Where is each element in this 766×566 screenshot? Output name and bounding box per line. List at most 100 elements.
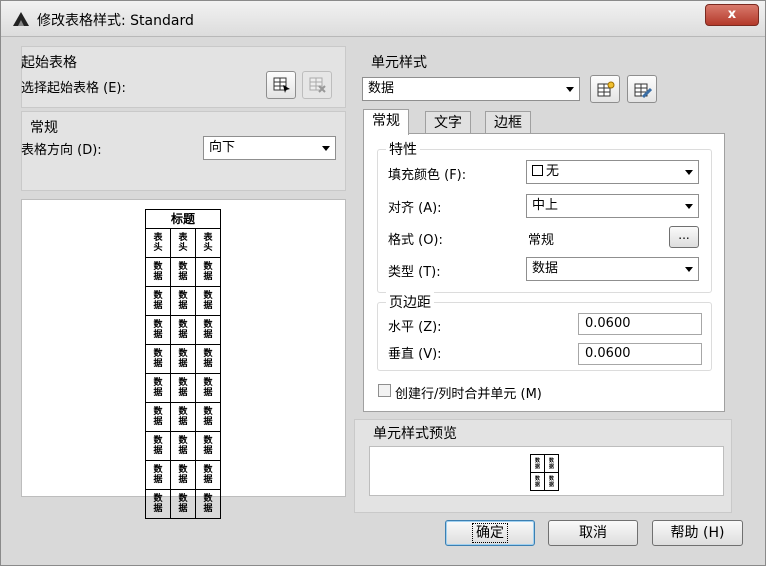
preview-cell: 数据 bbox=[195, 286, 221, 316]
mini-cell: 数据 bbox=[530, 472, 545, 491]
preview-cell: 数据 bbox=[170, 431, 196, 461]
tab-text-label: 文字 bbox=[434, 115, 462, 131]
title-bar[interactable]: 修改表格样式: Standard x bbox=[1, 1, 765, 37]
preview-cell: 数据 bbox=[195, 257, 221, 287]
preview-cell: 数据 bbox=[145, 257, 171, 287]
preview-cell: 数据 bbox=[145, 344, 171, 374]
alignment-label: 对齐 (A): bbox=[388, 201, 442, 216]
format-browse-button[interactable]: ... bbox=[669, 226, 699, 248]
preview-cell: 数据 bbox=[170, 315, 196, 345]
ellipsis-icon: ... bbox=[678, 228, 690, 242]
window-title: 修改表格样式: Standard bbox=[37, 13, 194, 29]
tab-borders-label: 边框 bbox=[494, 115, 522, 131]
preview-cell: 数据 bbox=[170, 460, 196, 490]
cancel-button-label: 取消 bbox=[579, 525, 607, 541]
cell-style-value: 数据 bbox=[368, 81, 395, 96]
preview-cell: 数据 bbox=[145, 402, 171, 432]
preview-cell: 数据 bbox=[170, 286, 196, 316]
cell-style-preview-box: 数据 数据 数据 数据 bbox=[369, 446, 724, 496]
cell-styles-title: 单元样式 bbox=[371, 55, 427, 71]
mini-cell: 数据 bbox=[530, 454, 545, 473]
preview-cell: 数据 bbox=[195, 460, 221, 490]
margins-title: 页边距 bbox=[386, 292, 434, 312]
preview-cell: 数据 bbox=[145, 460, 171, 490]
mini-preview-table: 数据 数据 数据 数据 bbox=[530, 454, 559, 491]
fill-color-label: 填充颜色 (F): bbox=[388, 168, 467, 183]
preview-cell: 数据 bbox=[195, 344, 221, 374]
alignment-value: 中上 bbox=[532, 198, 559, 213]
horizontal-margin-value: 0.0600 bbox=[585, 316, 631, 331]
properties-title: 特性 bbox=[386, 139, 420, 159]
preview-cell: 表头 bbox=[145, 228, 171, 258]
remove-start-table-button[interactable] bbox=[302, 71, 332, 99]
chevron-down-icon bbox=[685, 267, 693, 272]
dialog-window: 修改表格样式: Standard x 起始表格 选择起始表格 (E): 常规 表… bbox=[0, 0, 766, 566]
type-label: 类型 (T): bbox=[388, 265, 441, 280]
cancel-button[interactable]: 取消 bbox=[548, 520, 638, 546]
vertical-margin-input[interactable]: 0.0600 bbox=[578, 343, 702, 365]
merge-cells-checkbox[interactable] bbox=[378, 384, 391, 397]
table-select-icon bbox=[273, 77, 290, 93]
start-table-panel: 起始表格 选择起始表格 (E): bbox=[21, 46, 346, 108]
type-dropdown[interactable]: 数据 bbox=[526, 257, 699, 281]
table-direction-value: 向下 bbox=[209, 140, 236, 155]
preview-cell: 数据 bbox=[170, 257, 196, 287]
cell-style-preview-title: 单元样式预览 bbox=[373, 426, 457, 442]
chevron-down-icon bbox=[685, 170, 693, 175]
general-panel: 常规 表格方向 (D): 向下 bbox=[21, 111, 346, 191]
horizontal-margin-input[interactable]: 0.0600 bbox=[578, 313, 702, 335]
tab-general-label: 常规 bbox=[372, 113, 400, 129]
horizontal-margin-label: 水平 (Z): bbox=[388, 320, 442, 335]
alignment-dropdown[interactable]: 中上 bbox=[526, 194, 699, 218]
chevron-down-icon bbox=[566, 87, 574, 92]
preview-cell: 数据 bbox=[195, 489, 221, 519]
table-direction-dropdown[interactable]: 向下 bbox=[203, 136, 336, 160]
select-start-table-button[interactable] bbox=[266, 71, 296, 99]
mini-cell: 数据 bbox=[544, 472, 559, 491]
preview-cell: 数据 bbox=[195, 402, 221, 432]
cell-style-dropdown[interactable]: 数据 bbox=[362, 77, 580, 101]
manage-cell-styles-icon bbox=[634, 83, 652, 99]
preview-cell: 数据 bbox=[145, 315, 171, 345]
ok-button-label: 确定 bbox=[472, 523, 508, 543]
preview-title-cell: 标题 bbox=[145, 209, 221, 229]
color-swatch-icon bbox=[532, 165, 543, 176]
chevron-down-icon bbox=[322, 146, 330, 151]
fill-color-value: 无 bbox=[546, 164, 560, 179]
start-table-title: 起始表格 bbox=[21, 55, 77, 71]
cell-style-preview-panel: 单元样式预览 数据 数据 数据 数据 bbox=[354, 419, 732, 513]
help-button[interactable]: 帮助 (H) bbox=[652, 520, 743, 546]
preview-cell: 表头 bbox=[170, 228, 196, 258]
preview-cell: 表头 bbox=[195, 228, 221, 258]
preview-cell: 数据 bbox=[195, 373, 221, 403]
preview-cell: 数据 bbox=[145, 431, 171, 461]
properties-group: 特性 填充颜色 (F): 无 对齐 (A): 中上 格式 (O): 常规 ...… bbox=[377, 139, 712, 293]
preview-cell: 数据 bbox=[170, 373, 196, 403]
tab-general[interactable]: 常规 bbox=[363, 109, 409, 135]
general-tab-content: 特性 填充颜色 (F): 无 对齐 (A): 中上 格式 (O): 常规 ...… bbox=[363, 133, 725, 412]
preview-cell: 数据 bbox=[145, 373, 171, 403]
preview-cell: 数据 bbox=[170, 489, 196, 519]
merge-cells-label[interactable]: 创建行/列时合并单元 (M) bbox=[395, 383, 542, 402]
vertical-margin-value: 0.0600 bbox=[585, 346, 631, 361]
preview-cell: 数据 bbox=[170, 344, 196, 374]
manage-cell-styles-button[interactable] bbox=[627, 75, 657, 103]
margins-group: 页边距 水平 (Z): 0.0600 垂直 (V): 0.0600 bbox=[377, 292, 712, 371]
tab-text[interactable]: 文字 bbox=[425, 111, 471, 135]
format-label: 格式 (O): bbox=[388, 233, 443, 248]
preview-cell: 数据 bbox=[170, 402, 196, 432]
preview-cell: 数据 bbox=[145, 489, 171, 519]
vertical-margin-label: 垂直 (V): bbox=[388, 347, 442, 362]
preview-cell: 数据 bbox=[145, 286, 171, 316]
close-button[interactable]: x bbox=[705, 4, 759, 26]
tab-borders[interactable]: 边框 bbox=[485, 111, 531, 135]
help-button-label: 帮助 (H) bbox=[670, 525, 725, 541]
table-direction-label: 表格方向 (D): bbox=[21, 143, 102, 158]
mini-cell: 数据 bbox=[544, 454, 559, 473]
preview-cell: 数据 bbox=[195, 431, 221, 461]
fill-color-dropdown[interactable]: 无 bbox=[526, 160, 699, 184]
table-remove-icon bbox=[309, 77, 326, 93]
create-cell-style-button[interactable] bbox=[590, 75, 620, 103]
close-icon: x bbox=[727, 7, 737, 22]
ok-button[interactable]: 确定 bbox=[445, 520, 535, 546]
